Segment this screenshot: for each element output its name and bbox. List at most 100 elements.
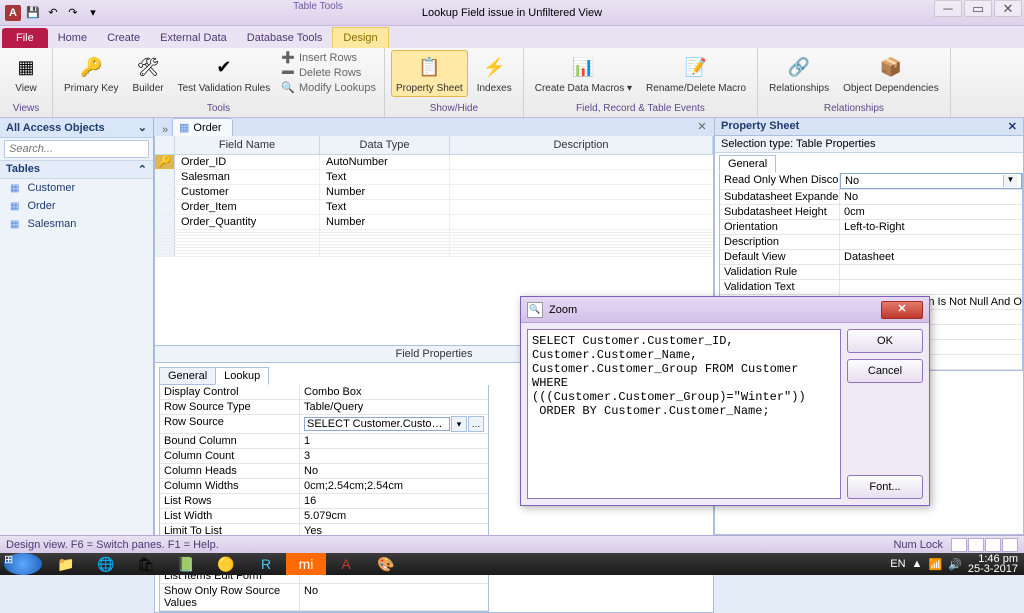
tab-external-data[interactable]: External Data xyxy=(150,28,237,48)
ribbon: ▦View Views 🔑Primary Key 🛠Builder ✔Test … xyxy=(0,48,1024,118)
modify-lookups-button[interactable]: 🔍Modify Lookups xyxy=(279,80,378,95)
zoom-textarea[interactable]: SELECT Customer.Customer_ID, Customer.Cu… xyxy=(527,329,841,499)
create-data-macros-button[interactable]: 📊Create Data Macros ▾ xyxy=(530,50,637,97)
tab-home[interactable]: Home xyxy=(48,28,97,48)
undo-icon[interactable]: ↶ xyxy=(44,4,62,22)
ribbon-tab-strip: File Home Create External Data Database … xyxy=(0,26,1024,48)
tab-design[interactable]: Design xyxy=(332,27,388,48)
table-icon: ▦ xyxy=(179,121,189,134)
tb-excel[interactable]: 📗 xyxy=(166,553,206,575)
nav-shutter-bar[interactable]: » xyxy=(158,124,172,136)
lookup-prop-row[interactable]: Display ControlCombo Box xyxy=(160,385,488,400)
lookup-prop-row[interactable]: List Rows16 xyxy=(160,494,488,509)
lookup-prop-row[interactable]: Row SourceSELECT Customer.Customer_ID, C… xyxy=(160,415,488,434)
tb-paint[interactable]: 🎨 xyxy=(366,553,406,575)
lookup-prop-row[interactable]: Row Source TypeTable/Query xyxy=(160,400,488,415)
chevron-down-icon[interactable]: ⌄ xyxy=(138,121,147,134)
dropdown-icon[interactable]: ▼ xyxy=(1003,175,1017,187)
zoom-icon: 🔍 xyxy=(527,302,543,318)
field-row[interactable]: SalesmanText xyxy=(155,170,713,185)
field-row[interactable]: 🔑Order_IDAutoNumber xyxy=(155,155,713,170)
file-tab[interactable]: File xyxy=(2,28,48,48)
property-row[interactable]: Read Only When DisconnectedNo▼ xyxy=(720,173,1022,190)
tray-flag-icon: ▲ xyxy=(912,558,923,570)
validation-icon: ✔ xyxy=(210,53,238,81)
tray-network-icon: 📶 xyxy=(928,558,942,571)
object-tab-close[interactable]: ✕ xyxy=(694,120,710,136)
primary-key-button[interactable]: 🔑Primary Key xyxy=(59,50,123,97)
property-row[interactable]: Validation Rule xyxy=(720,265,1022,280)
insert-rows-button[interactable]: ➕Insert Rows xyxy=(279,50,378,65)
nav-item-salesman[interactable]: Salesman xyxy=(0,215,153,233)
tb-explorer[interactable]: 📁 xyxy=(46,553,86,575)
lookup-prop-row[interactable]: Column HeadsNo xyxy=(160,464,488,479)
lookup-prop-row[interactable]: Bound Column1 xyxy=(160,434,488,449)
tray-clock[interactable]: 1:46 pm25-3-2017 xyxy=(968,554,1018,574)
tray-lang[interactable]: EN xyxy=(890,558,905,570)
property-row[interactable]: OrientationLeft-to-Right xyxy=(720,220,1022,235)
nav-group-tables[interactable]: Tables⌃ xyxy=(0,161,153,179)
tb-ie[interactable]: 🌐 xyxy=(86,553,126,575)
view-shortcuts[interactable] xyxy=(951,538,1018,552)
nav-item-customer[interactable]: Customer xyxy=(0,179,153,197)
field-row[interactable]: Order_QuantityNumber xyxy=(155,215,713,230)
builder-button[interactable]: 🛠Builder xyxy=(127,50,168,97)
insert-row-icon: ➕ xyxy=(281,51,295,64)
nav-header[interactable]: All Access Objects⌄ xyxy=(0,118,153,138)
tb-app[interactable]: R xyxy=(246,553,286,575)
property-sheet-button[interactable]: 📋Property Sheet xyxy=(391,50,468,97)
object-dependencies-button[interactable]: 📦Object Dependencies xyxy=(838,50,944,97)
ok-button[interactable]: OK xyxy=(847,329,923,353)
field-row[interactable]: Order_ItemText xyxy=(155,200,713,215)
dropdown-icon[interactable]: ▾ xyxy=(451,416,467,432)
lookup-prop-row[interactable]: Column Widths0cm;2.54cm;2.54cm xyxy=(160,479,488,494)
field-row[interactable]: CustomerNumber xyxy=(155,185,713,200)
delete-rows-button[interactable]: ➖Delete Rows xyxy=(279,65,378,80)
group-label-relationships: Relationships xyxy=(764,103,944,117)
zoom-titlebar[interactable]: 🔍 Zoom ✕ xyxy=(521,297,929,323)
test-validation-button[interactable]: ✔Test Validation Rules xyxy=(173,50,276,97)
tb-chrome[interactable]: 🟡 xyxy=(206,553,246,575)
redo-icon[interactable]: ↷ xyxy=(64,4,82,22)
indexes-button[interactable]: ⚡Indexes xyxy=(472,50,517,97)
property-row[interactable]: Default ViewDatasheet xyxy=(720,250,1022,265)
relationships-icon: 🔗 xyxy=(785,53,813,81)
tab-lookup[interactable]: Lookup xyxy=(215,367,269,385)
view-button[interactable]: ▦View xyxy=(6,50,46,97)
relationships-button[interactable]: 🔗Relationships xyxy=(764,50,834,97)
lookup-prop-row[interactable]: List Width5.079cm xyxy=(160,509,488,524)
restore-button[interactable]: ▭ xyxy=(964,0,992,17)
tab-create[interactable]: Create xyxy=(97,28,150,48)
tb-access[interactable]: A xyxy=(326,553,366,575)
property-row[interactable]: Subdatasheet Height0cm xyxy=(720,205,1022,220)
zoom-close-button[interactable]: ✕ xyxy=(881,301,923,319)
font-button[interactable]: Font... xyxy=(847,475,923,499)
property-sheet-close[interactable]: ✕ xyxy=(1008,120,1017,133)
close-button[interactable]: ✕ xyxy=(994,0,1022,17)
cancel-button[interactable]: Cancel xyxy=(847,359,923,383)
indexes-icon: ⚡ xyxy=(480,53,508,81)
qat-more-icon[interactable]: ▾ xyxy=(84,4,102,22)
builder-icon[interactable]: … xyxy=(468,416,484,432)
nav-item-order[interactable]: Order xyxy=(0,197,153,215)
system-tray[interactable]: EN ▲ 📶 🔊 1:46 pm25-3-2017 xyxy=(884,554,1024,574)
tab-general[interactable]: General xyxy=(159,367,216,385)
tab-database-tools[interactable]: Database Tools xyxy=(237,28,333,48)
contextual-tab-label: Table Tools xyxy=(289,0,347,12)
property-row[interactable]: Validation Text xyxy=(720,280,1022,295)
start-button[interactable]: ⊞ xyxy=(4,553,42,575)
property-row[interactable]: Subdatasheet ExpandedNo xyxy=(720,190,1022,205)
tb-store[interactable]: 🛍 xyxy=(126,553,166,575)
titlebar: A 💾 ↶ ↷ ▾ Table Tools Lookup Field issue… xyxy=(0,0,1024,26)
ps-tab-general[interactable]: General xyxy=(719,155,776,173)
lookup-prop-row[interactable]: Show Only Row Source ValuesNo xyxy=(160,584,488,611)
object-tab-order[interactable]: ▦Order xyxy=(172,118,233,136)
search-input[interactable] xyxy=(4,140,149,158)
property-row[interactable]: Description xyxy=(720,235,1022,250)
minimize-button[interactable]: ─ xyxy=(934,0,962,17)
rename-delete-macro-button[interactable]: 📝Rename/Delete Macro xyxy=(641,50,751,97)
lookup-prop-row[interactable]: Column Count3 xyxy=(160,449,488,464)
tb-mi[interactable]: mi xyxy=(286,553,326,575)
save-icon[interactable]: 💾 xyxy=(24,4,42,22)
collapse-icon[interactable]: ⌃ xyxy=(138,163,147,176)
